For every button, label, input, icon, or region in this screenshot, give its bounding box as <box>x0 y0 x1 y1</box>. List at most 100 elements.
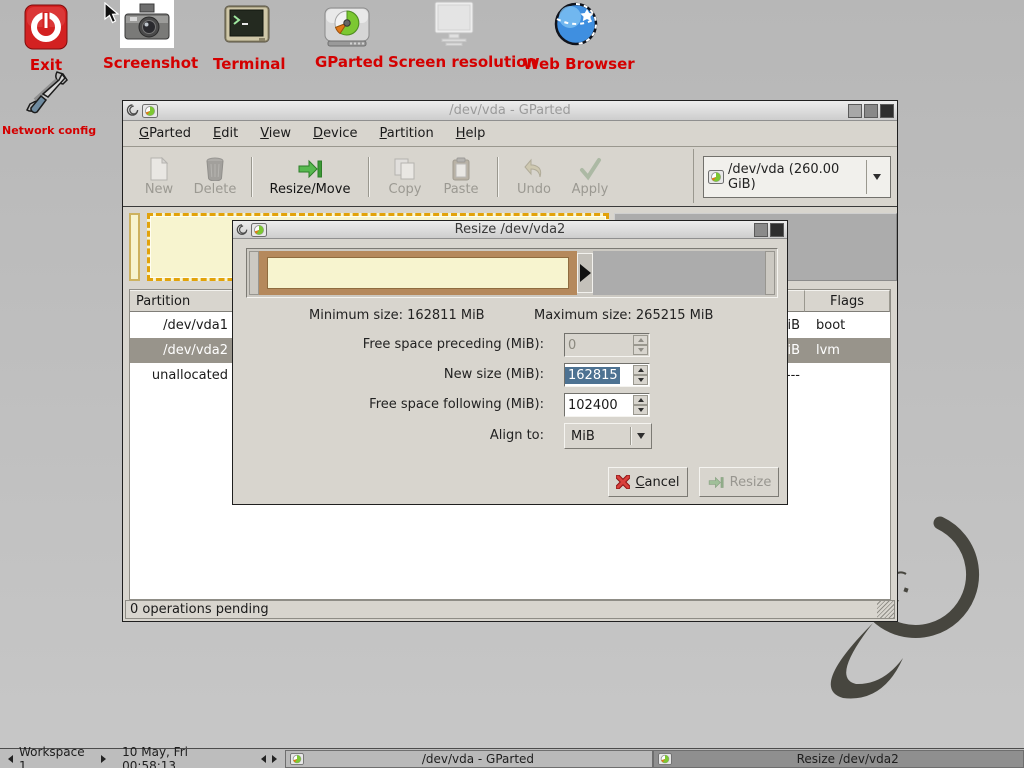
arrow-right-icon <box>580 264 591 282</box>
maximum-size-text: Maximum size: 265215 MiB <box>534 308 713 323</box>
column-header-flags[interactable]: Flags <box>805 290 890 312</box>
taskbar-item-title: /dev/vda - GParted <box>308 752 649 766</box>
gparted-mini-icon <box>658 753 672 765</box>
desktop-icon-terminal[interactable]: Terminal <box>213 5 281 73</box>
resize-partition-area[interactable] <box>259 251 577 295</box>
desktop-icon-label: Screenshot <box>103 54 191 72</box>
spin-up-button[interactable] <box>633 365 648 375</box>
toolbar-separator <box>251 157 252 197</box>
new-size-input[interactable]: 162815 <box>564 363 650 387</box>
main-window-titlebar[interactable]: /dev/vda - GParted <box>123 101 897 121</box>
copy-button[interactable]: Copy <box>377 156 433 197</box>
menu-view[interactable]: View <box>250 122 301 145</box>
device-selector[interactable]: /dev/vda (260.00 GiB) <box>703 156 891 198</box>
desktop-icon-label: Network config <box>2 124 94 137</box>
workspace-prev-icon[interactable] <box>8 755 13 763</box>
desktop-icon-network-config[interactable]: Network config <box>2 70 94 137</box>
minimum-size-text: Minimum size: 162811 MiB <box>309 308 485 323</box>
spin-down-button <box>633 345 648 355</box>
field-value-selected: 162815 <box>565 367 620 384</box>
maximize-button[interactable] <box>754 223 768 237</box>
column-header-partition[interactable]: Partition <box>130 290 234 312</box>
status-bar: 0 operations pending <box>125 600 895 619</box>
tool-label: Resize/Move <box>260 182 360 197</box>
combobox-value: MiB <box>571 429 595 444</box>
undo-button[interactable]: Undo <box>506 156 562 197</box>
resize-free-space-area[interactable] <box>593 251 765 295</box>
terminal-icon <box>224 5 270 49</box>
align-to-combobox[interactable]: MiB <box>564 423 652 449</box>
chevron-down-icon <box>873 174 881 180</box>
field-value: 102400 <box>565 398 618 413</box>
left-resize-handle[interactable] <box>249 251 259 295</box>
new-button[interactable]: New <box>131 156 187 197</box>
monitor-icon <box>429 1 479 47</box>
chevron-down-icon <box>638 378 644 382</box>
clock-text: 10 May, Fri 00:58:13 <box>122 745 244 768</box>
desktop-icon-label: GParted <box>315 53 379 71</box>
chevron-down-icon <box>638 408 644 412</box>
combobox-dropdown[interactable] <box>631 433 651 439</box>
delete-button[interactable]: Delete <box>187 156 243 197</box>
maximize-button[interactable] <box>864 104 878 118</box>
workspace-next-icon[interactable] <box>101 755 106 763</box>
free-space-preceding-input: 0 <box>564 333 650 357</box>
spin-down-button[interactable] <box>633 375 648 385</box>
workspace-switcher: Workspace 1 <box>0 745 114 768</box>
menu-partition[interactable]: Partition <box>370 122 444 145</box>
menu-help[interactable]: Help <box>446 122 496 145</box>
workspace-label: Workspace 1 <box>19 745 95 768</box>
field-label: Align to: <box>244 428 544 443</box>
taskbar-item-resize-dialog[interactable]: Resize /dev/vda2 <box>653 750 1024 768</box>
pager-prev-icon[interactable] <box>261 755 266 763</box>
taskbar-item-title: Resize /dev/vda2 <box>676 752 1019 766</box>
field-value: 0 <box>565 338 576 353</box>
desktop-icon-label: Web Browser <box>523 55 629 73</box>
dialog-titlebar[interactable]: Resize /dev/vda2 <box>233 221 787 239</box>
desktop-icon-gparted[interactable]: GParted <box>315 7 379 71</box>
desktop-icon-web-browser[interactable]: Web Browser <box>523 1 629 73</box>
spin-down-button[interactable] <box>633 405 648 415</box>
spin-up-button[interactable] <box>633 395 648 405</box>
chevron-up-icon <box>638 368 644 372</box>
paste-button[interactable]: Paste <box>433 156 489 197</box>
tool-label: Copy <box>377 182 433 197</box>
spinner[interactable] <box>633 395 648 415</box>
menu-gparted[interactable]: GParted <box>129 122 201 145</box>
partition-name: /dev/vda1 <box>130 318 228 333</box>
camera-icon <box>120 0 174 48</box>
menu-edit[interactable]: Edit <box>203 122 248 145</box>
spinner[interactable] <box>633 365 648 385</box>
copy-icon <box>393 157 417 181</box>
apply-button[interactable]: Apply <box>562 156 618 197</box>
partition-block-vda1[interactable] <box>129 213 140 281</box>
cancel-button[interactable]: Cancel <box>608 467 688 497</box>
resize-move-button[interactable]: Resize/Move <box>260 156 360 197</box>
resize-grip[interactable] <box>877 601 894 618</box>
minimize-button[interactable] <box>848 104 862 118</box>
right-edge-handle[interactable] <box>765 251 775 295</box>
taskbar-item-gparted[interactable]: /dev/vda - GParted <box>285 750 654 768</box>
pager-arrows <box>253 755 285 763</box>
field-row-free-following: Free space following (MiB): 102400 <box>233 393 787 417</box>
tool-label: Undo <box>506 182 562 197</box>
pager-next-icon[interactable] <box>272 755 277 763</box>
desktop-icon-screen-resolution[interactable]: Screen resolution <box>388 1 520 71</box>
right-resize-handle[interactable] <box>577 253 593 293</box>
desktop-icon-exit[interactable]: Exit <box>18 4 74 74</box>
device-selector-value: /dev/vda (260.00 GiB) <box>724 162 866 192</box>
close-button[interactable] <box>880 104 894 118</box>
toolbar: New Delete Resize/Move Copy <box>123 147 897 207</box>
close-button[interactable] <box>770 223 784 237</box>
device-selector-dropdown[interactable] <box>866 160 886 194</box>
taskbar: Workspace 1 10 May, Fri 00:58:13 /dev/vd… <box>0 748 1024 768</box>
status-text: 0 operations pending <box>130 602 269 617</box>
dialog-title: Resize /dev/vda2 <box>233 222 787 237</box>
desktop-icon-label: Terminal <box>213 55 281 73</box>
new-partition-icon <box>148 157 170 181</box>
resize-confirm-button[interactable]: Resize <box>699 467 779 497</box>
gparted-drive-icon <box>324 7 370 47</box>
cancel-x-icon <box>616 475 630 489</box>
free-space-following-input[interactable]: 102400 <box>564 393 650 417</box>
menu-device[interactable]: Device <box>303 122 367 145</box>
